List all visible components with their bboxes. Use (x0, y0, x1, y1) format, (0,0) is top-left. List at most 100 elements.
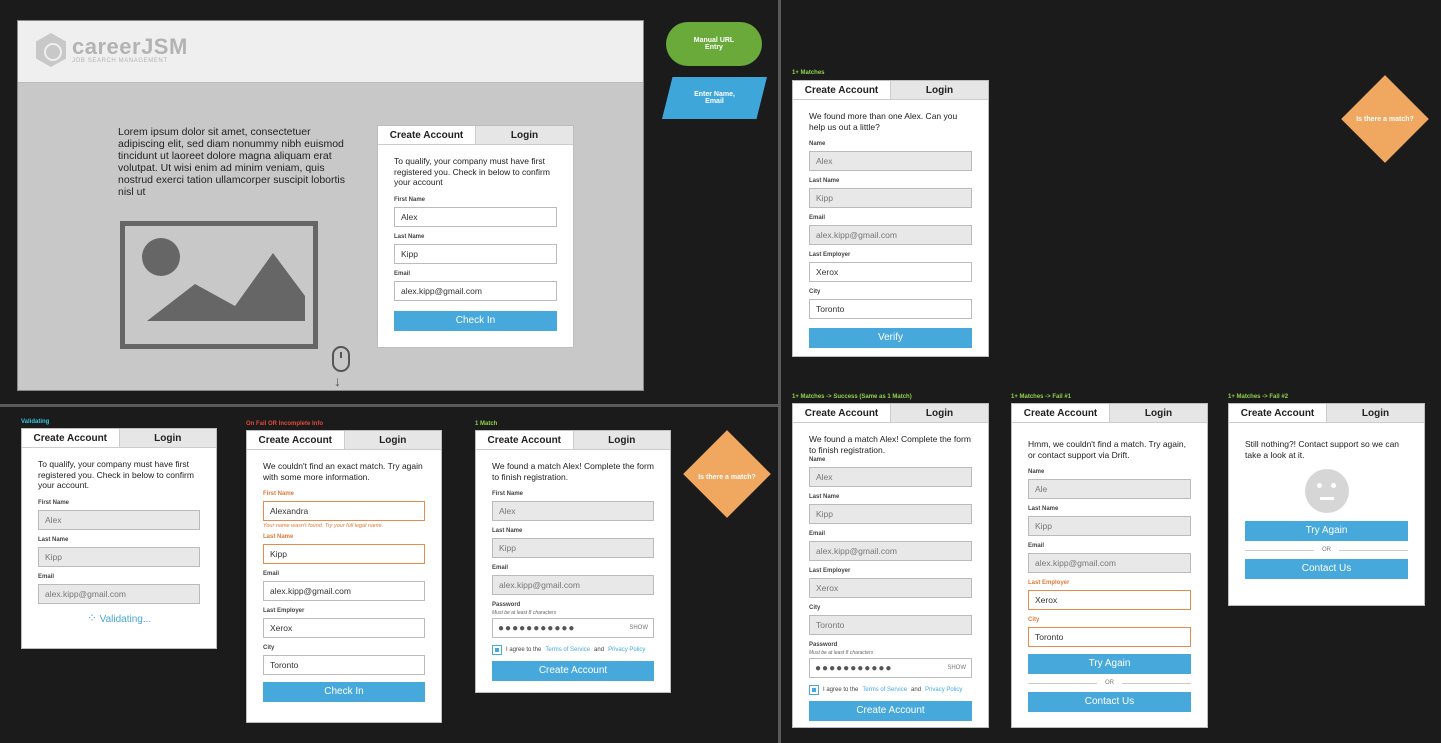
show-password-button[interactable]: SHOW (947, 665, 966, 671)
first-name-label: First Name (263, 491, 295, 497)
arrow-down-icon: ↓ (334, 373, 341, 389)
tab-login[interactable]: Login (890, 81, 988, 99)
last-employer-field[interactable]: Xerox (809, 262, 972, 282)
last-name-field[interactable]: Kipp (38, 546, 200, 567)
tab-login[interactable]: Login (118, 429, 216, 447)
tab-login[interactable]: Login (475, 126, 573, 144)
last-name-field[interactable]: Kipp (394, 243, 557, 264)
landing-page-mock: careerJSM JOB SEARCH MANAGEMENT Lorem ip… (17, 20, 644, 391)
first-name-field[interactable]: Alex (492, 501, 654, 521)
email-field[interactable]: alex.kipp@gmail.com (394, 280, 557, 301)
card-message: Still nothing?! Contact support so we ca… (1245, 439, 1400, 460)
last-name-field[interactable]: Kipp (492, 538, 654, 558)
email-label: Email (492, 565, 509, 571)
terms-link[interactable]: Terms of Service (545, 647, 590, 653)
create-account-button[interactable]: Create Account (809, 701, 972, 721)
verify-button[interactable]: Verify (809, 328, 972, 348)
last-name-label: Last Name (263, 534, 294, 540)
horizontal-divider (0, 404, 779, 407)
fail-2-card: Create Account Login Still nothing?! Con… (1228, 403, 1425, 606)
step-label-fail: On Fail OR Incomplete Info (246, 421, 324, 427)
tab-login[interactable]: Login (1109, 404, 1207, 422)
check-in-button[interactable]: Check In (263, 682, 425, 702)
show-password-button[interactable]: SHOW (629, 625, 648, 631)
validating-card: Create Account Login To qualify, your co… (21, 428, 217, 649)
tab-create-account[interactable]: Create Account (793, 81, 890, 99)
password-mask: ●●●●●●●●●●● (815, 662, 893, 674)
success-card: Create Account Login We found a match Al… (792, 403, 989, 728)
intro-text: Lorem ipsum dolor sit amet, consectetuer… (118, 126, 346, 198)
manual-url-entry-text: Manual URL Entry (693, 37, 735, 51)
contact-us-button[interactable]: Contact Us (1028, 692, 1191, 712)
tab-create-account[interactable]: Create Account (1012, 404, 1109, 422)
create-account-button[interactable]: Create Account (492, 661, 654, 681)
error-message: Your name wasn't found. Try your full le… (263, 523, 384, 529)
password-label: Password (809, 642, 838, 648)
privacy-link[interactable]: Privacy Policy (925, 687, 962, 693)
checkin-card: Create Account Login To qualify, your co… (377, 125, 574, 348)
email-label: Email (394, 270, 411, 277)
privacy-link[interactable]: Privacy Policy (608, 647, 645, 653)
terms-link[interactable]: Terms of Service (862, 687, 907, 693)
city-field[interactable]: Toronto (263, 655, 425, 675)
manual-url-entry-node: Manual URL Entry (666, 22, 762, 66)
email-field[interactable]: alex.kipp@gmail.com (38, 583, 200, 604)
city-field[interactable]: Toronto (809, 615, 972, 635)
last-name-field[interactable]: Kipp (1028, 516, 1191, 536)
first-name-label: First Name (38, 499, 70, 506)
agree-text: I agree to the (506, 647, 542, 653)
try-again-button[interactable]: Try Again (1028, 654, 1191, 674)
city-field[interactable]: Toronto (809, 299, 972, 319)
last-name-field[interactable]: Kipp (263, 544, 425, 564)
email-field[interactable]: alex.kipp@gmail.com (1028, 553, 1191, 573)
email-field[interactable]: alex.kipp@gmail.com (809, 225, 972, 245)
last-employer-label: Last Employer (1028, 580, 1070, 586)
last-employer-field[interactable]: Xerox (809, 578, 972, 598)
last-employer-field[interactable]: Xerox (263, 618, 425, 638)
agree-checkbox[interactable] (809, 685, 819, 695)
name-field[interactable]: Alex (809, 467, 972, 487)
email-field[interactable]: alex.kipp@gmail.com (492, 575, 654, 595)
fail-1-card: Create Account Login Hmm, we couldn't fi… (1011, 403, 1208, 728)
email-field[interactable]: alex.kipp@gmail.com (809, 541, 972, 561)
tab-login[interactable]: Login (572, 431, 670, 449)
tab-create-account[interactable]: Create Account (247, 431, 344, 449)
email-field[interactable]: alex.kipp@gmail.com (263, 581, 425, 601)
tab-create-account[interactable]: Create Account (378, 126, 475, 144)
tab-create-account[interactable]: Create Account (793, 404, 890, 422)
image-placeholder-icon (120, 221, 318, 349)
contact-us-button[interactable]: Contact Us (1245, 559, 1408, 579)
first-name-field[interactable]: Alexandra (263, 501, 425, 521)
card-message: We found more than one Alex. Can you hel… (809, 111, 958, 132)
logo-icon (36, 33, 66, 67)
tab-login[interactable]: Login (343, 431, 441, 449)
tab-login[interactable]: Login (1326, 404, 1424, 422)
city-label: City (263, 645, 275, 651)
tab-create-account[interactable]: Create Account (1229, 404, 1326, 422)
email-label: Email (809, 215, 826, 221)
last-name-field[interactable]: Kipp (809, 188, 972, 208)
step-label-success: 1+ Matches -> Success (Same as 1 Match) (792, 394, 912, 400)
password-field[interactable]: ●●●●●●●●●●● SHOW (492, 618, 654, 638)
check-in-button[interactable]: Check In (394, 310, 557, 331)
last-name-label: Last Name (492, 528, 523, 534)
step-label-fail-1-text: 1+ Matches -> Fail #1 (1011, 394, 1072, 400)
last-employer-label: Last Employer (263, 608, 305, 614)
card-message: We found a match Alex! Complete the form… (809, 434, 971, 455)
last-employer-field[interactable]: Xerox (1028, 590, 1191, 610)
logo-text: careerJSM (72, 33, 188, 59)
password-field[interactable]: ●●●●●●●●●●● SHOW (809, 658, 972, 678)
tab-create-account[interactable]: Create Account (22, 429, 119, 447)
fail-card: Create Account Login We couldn't find an… (246, 430, 442, 723)
last-name-field[interactable]: Kipp (809, 504, 972, 524)
tab-login[interactable]: Login (890, 404, 988, 422)
first-name-field[interactable]: Alex (394, 206, 557, 227)
name-field[interactable]: Ale (1028, 479, 1191, 499)
agree-checkbox[interactable] (492, 645, 502, 655)
first-name-field[interactable]: Alex (38, 509, 200, 530)
city-field[interactable]: Toronto (1028, 627, 1191, 647)
try-again-button[interactable]: Try Again (1245, 521, 1408, 541)
name-field[interactable]: Alex (809, 151, 972, 171)
card-message: We found a match Alex! Complete the form… (492, 461, 654, 482)
tab-create-account[interactable]: Create Account (476, 431, 573, 449)
